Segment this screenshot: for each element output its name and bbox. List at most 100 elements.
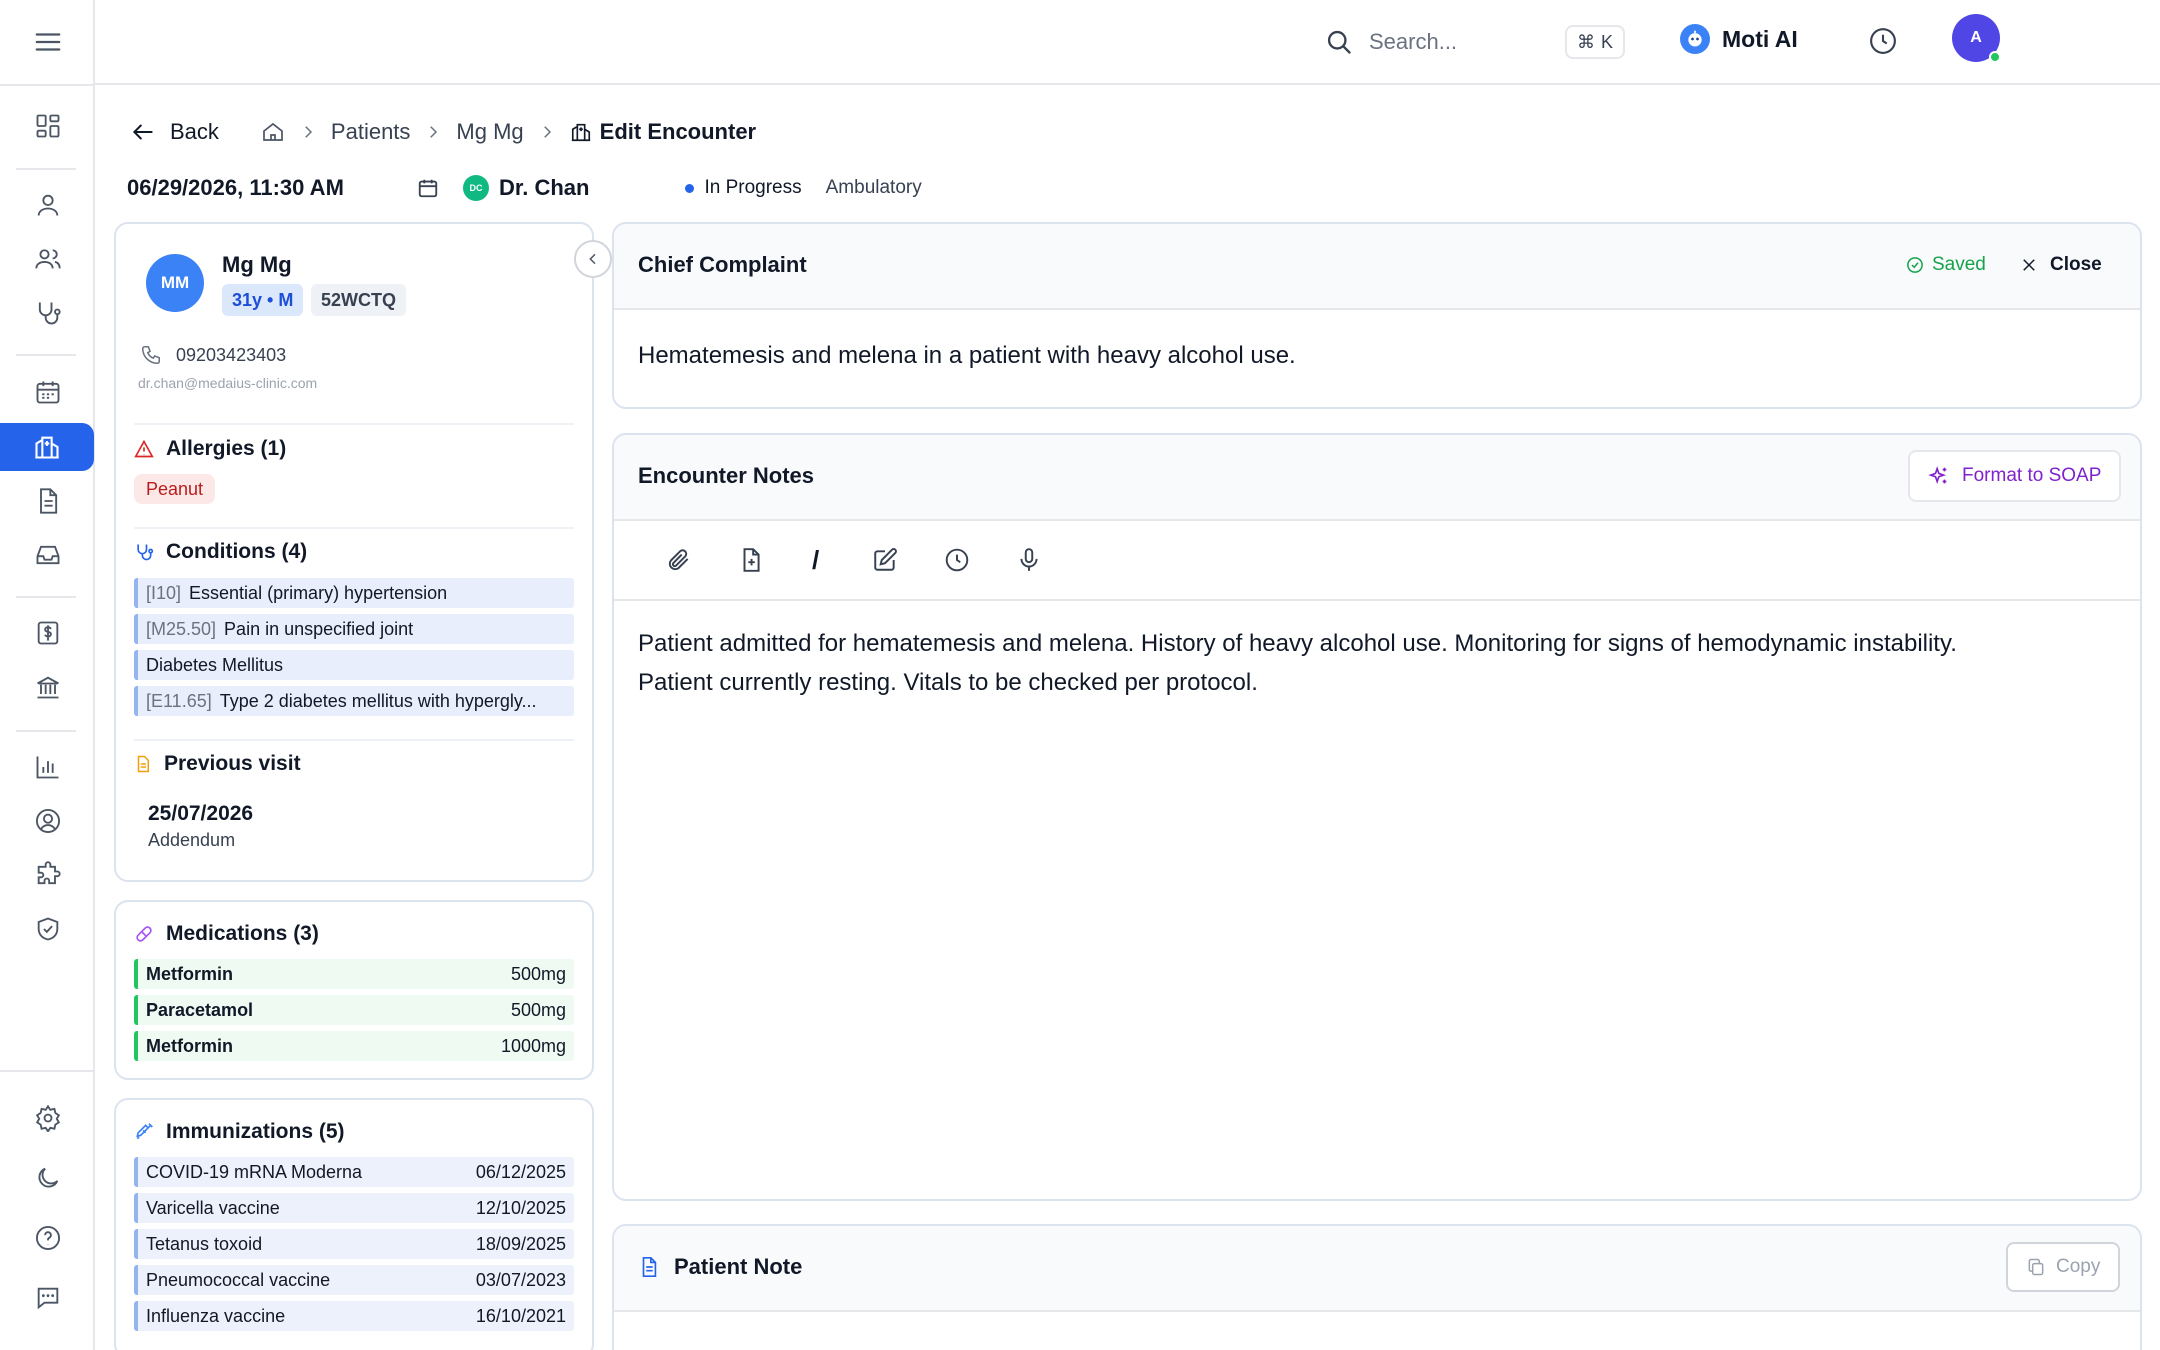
immunization-item[interactable]: Tetanus toxoid 18/09/2025	[134, 1229, 574, 1259]
patient-note-title: Patient Note	[674, 1254, 803, 1279]
patient-card: MM Mg Mg 31y • M 52WCTQ 09203423403 dr.c…	[114, 222, 594, 882]
encounter-type[interactable]: Ambulatory	[826, 177, 922, 199]
immunization-item[interactable]: COVID-19 mRNA Moderna 06/12/2025	[134, 1157, 574, 1187]
assistant-button[interactable]: Moti AI	[1680, 24, 1798, 54]
profile-icon[interactable]	[0, 797, 95, 845]
saved-label: Saved	[1932, 254, 1986, 275]
paperclip-icon[interactable]	[666, 547, 692, 573]
inbox-icon[interactable]	[0, 531, 95, 579]
warning-icon	[134, 439, 154, 459]
medication-dose: 1000mg	[500, 1035, 566, 1056]
sidebar-divider	[16, 354, 76, 356]
chevron-right-icon	[299, 123, 317, 141]
condition-item[interactable]: [I10] Essential (primary) hypertension	[134, 578, 574, 608]
collapse-panel-button[interactable]	[574, 240, 612, 278]
copy-button[interactable]: Copy	[2006, 1242, 2121, 1292]
medication-name: Metformin	[146, 963, 233, 984]
allergies-heading: Allergies (1)	[134, 437, 286, 461]
moon-icon[interactable]	[0, 1154, 95, 1202]
encounter-notes-panel: Encounter Notes Format to SOAP / Patient…	[612, 433, 2142, 1201]
search-box[interactable]: Search...	[1325, 18, 1485, 66]
condition-name: Diabetes Mellitus	[146, 654, 284, 675]
medication-item[interactable]: Metformin 500mg	[134, 959, 574, 989]
patient-icon[interactable]	[0, 181, 95, 229]
immunization-date: 18/09/2025	[475, 1233, 566, 1254]
chief-complaint-text[interactable]: Hematemesis and melena in a patient with…	[638, 336, 2080, 375]
help-icon[interactable]	[0, 1214, 95, 1262]
online-indicator	[1989, 51, 2001, 63]
sidebar-divider	[16, 168, 76, 170]
bank-icon[interactable]	[0, 663, 95, 711]
sidebar-divider	[16, 730, 76, 732]
breadcrumb-patients[interactable]: Patients	[331, 119, 411, 145]
billing-icon[interactable]	[0, 609, 95, 657]
immunizations-card: Immunizations (5) COVID-19 mRNA Moderna 0…	[114, 1098, 594, 1350]
menu-icon[interactable]	[0, 18, 95, 66]
users-icon[interactable]	[0, 235, 95, 283]
medication-item[interactable]: Metformin 1000mg	[134, 1031, 574, 1061]
previous-visit-heading: Previous visit	[134, 752, 301, 776]
shield-icon[interactable]	[0, 905, 95, 953]
visit-type: Addendum	[148, 830, 236, 850]
immunization-name: COVID-19 mRNA Moderna	[146, 1161, 363, 1182]
settings-icon[interactable]	[0, 1094, 95, 1142]
status-dot	[685, 183, 695, 193]
condition-item[interactable]: [E11.65] Type 2 diabetes mellitus with hy…	[134, 686, 574, 716]
close-icon	[2020, 256, 2038, 274]
condition-name: Essential (primary) hypertension	[189, 582, 448, 603]
notes-line: Patient admitted for hematemesis and mel…	[638, 630, 1957, 657]
syringe-icon	[134, 1122, 154, 1142]
condition-item[interactable]: Diabetes Mellitus	[134, 650, 574, 680]
calendar-icon[interactable]	[417, 177, 439, 199]
stethoscope-icon[interactable]	[0, 289, 95, 337]
chat-icon[interactable]	[0, 1274, 95, 1322]
breadcrumb-current-label: Edit Encounter	[599, 119, 757, 144]
back-button[interactable]: Back	[130, 119, 219, 145]
search-input[interactable]: Search...	[1369, 29, 1457, 55]
condition-item[interactable]: [M25.50] Pain in unspecified joint	[134, 614, 574, 644]
arrow-left-icon	[130, 119, 156, 145]
phone-number: 09203423403	[176, 344, 287, 365]
copy-icon	[2026, 1257, 2046, 1277]
puzzle-icon[interactable]	[0, 851, 95, 899]
encounter-notes-title: Encounter Notes	[638, 463, 815, 488]
chief-complaint-title: Chief Complaint	[638, 252, 807, 277]
slash-command-button[interactable]: /	[812, 545, 819, 576]
medication-item[interactable]: Paracetamol 500mg	[134, 995, 574, 1025]
file-plus-icon[interactable]	[738, 547, 764, 573]
microphone-icon[interactable]	[1016, 547, 1042, 573]
immunization-date: 12/10/2025	[475, 1197, 566, 1218]
immunization-item[interactable]: Pneumococcal vaccine 03/07/2023	[134, 1265, 574, 1295]
document-icon	[134, 754, 152, 774]
encounter-datetime[interactable]: 06/29/2026, 11:30 AM	[127, 175, 417, 201]
immunization-name: Tetanus toxoid	[146, 1233, 263, 1254]
robot-icon	[1680, 24, 1710, 54]
document-icon[interactable]	[0, 477, 95, 525]
dashboard-icon[interactable]	[0, 102, 95, 150]
notes-toolbar: /	[614, 521, 2140, 601]
divider	[134, 423, 574, 425]
home-icon[interactable]	[261, 120, 285, 144]
age-sex-chip: 31y • M	[222, 284, 304, 316]
encounters-icon[interactable]	[0, 423, 94, 471]
doctor-name[interactable]: Dr. Chan	[499, 175, 589, 201]
encounter-notes-text[interactable]: Patient admitted for hematemesis and mel…	[638, 624, 2080, 702]
visit-date[interactable]: 25/07/2026	[148, 802, 253, 826]
edit-icon[interactable]	[872, 547, 898, 573]
calendar-icon[interactable]	[0, 368, 95, 416]
close-button[interactable]: Close	[2020, 254, 2102, 276]
patient-name: Mg Mg	[222, 252, 292, 277]
chart-icon[interactable]	[0, 743, 95, 791]
immunization-item[interactable]: Influenza vaccine 16/10/2021	[134, 1301, 574, 1331]
immunization-name: Varicella vaccine	[146, 1197, 280, 1218]
immunization-item[interactable]: Varicella vaccine 12/10/2025	[134, 1193, 574, 1223]
document-icon	[638, 1256, 660, 1278]
format-soap-button[interactable]: Format to SOAP	[1908, 450, 2122, 502]
shortcut-key: K	[1601, 31, 1614, 52]
encounter-status[interactable]: In Progress	[704, 177, 801, 199]
breadcrumb-patient[interactable]: Mg Mg	[456, 119, 523, 145]
immunization-name: Pneumococcal vaccine	[146, 1269, 331, 1290]
condition-code: [I10]	[146, 582, 182, 603]
history-icon[interactable]	[1868, 26, 1898, 56]
clock-icon[interactable]	[944, 547, 970, 573]
